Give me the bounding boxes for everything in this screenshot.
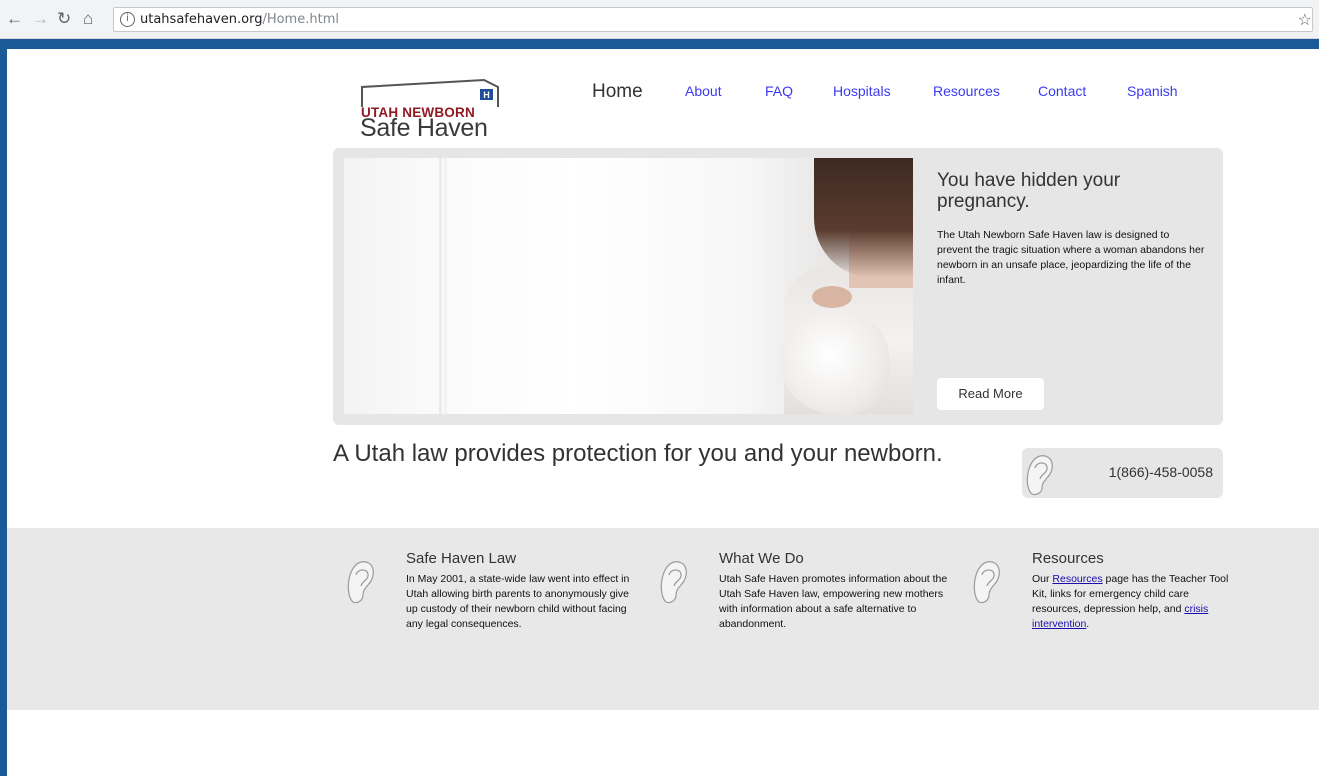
column-title: Resources	[1032, 550, 1104, 567]
body-prefix: Our	[1032, 573, 1053, 585]
site-top-bar	[0, 39, 1319, 49]
resources-link[interactable]: Resources	[1052, 573, 1102, 585]
hero-body: The Utah Newborn Safe Haven law is desig…	[937, 229, 1205, 286]
column-what-we-do: What We Do Utah Safe Haven promotes info…	[719, 550, 949, 632]
main-nav: Home About FAQ Hospitals Resources Conta…	[0, 81, 1319, 107]
column-body: Utah Safe Haven promotes information abo…	[719, 573, 948, 630]
column-safe-haven-law: Safe Haven Law In May 2001, a state-wide…	[406, 550, 636, 632]
url-text[interactable]: utahsafehaven.org/Home.html	[140, 12, 339, 27]
hero-text: You have hidden your pregnancy. The Utah…	[937, 170, 1207, 288]
hero-panel: You have hidden your pregnancy. The Utah…	[333, 148, 1223, 425]
phone-box[interactable]: 1(866)-458-0058	[1022, 448, 1223, 498]
url-host: utahsafehaven.org	[140, 12, 263, 27]
tagline: A Utah law provides protection for you a…	[333, 440, 943, 467]
curtain-line	[444, 158, 447, 414]
ear-icon	[660, 561, 687, 604]
column-title: What We Do	[719, 550, 804, 567]
curtain-line	[439, 158, 442, 414]
column-body: In May 2001, a state-wide law went into …	[406, 573, 630, 630]
read-more-button[interactable]: Read More	[937, 378, 1044, 410]
browser-toolbar: ← → ↻ ⌂ i utahsafehaven.org/Home.html ☆	[0, 0, 1319, 39]
column-resources: Resources Our Resources page has the Tea…	[1032, 550, 1232, 632]
hair-shape	[814, 158, 913, 278]
info-icon[interactable]: i	[120, 12, 135, 27]
ear-icon	[973, 561, 1000, 604]
forward-arrow-icon[interactable]: →	[32, 9, 49, 29]
nav-spanish[interactable]: Spanish	[1127, 83, 1178, 99]
home-icon[interactable]: ⌂	[83, 9, 93, 29]
nav-home[interactable]: Home	[592, 81, 643, 103]
url-path: /Home.html	[262, 12, 339, 27]
window-left-edge	[0, 49, 7, 776]
phone-number[interactable]: 1(866)-458-0058	[1109, 464, 1213, 480]
hand-shape	[812, 286, 852, 308]
nav-about[interactable]: About	[685, 83, 722, 99]
ear-icon	[347, 561, 374, 604]
column-title: Safe Haven Law	[406, 550, 517, 567]
logo-line2: Safe Haven	[360, 114, 488, 142]
reload-icon[interactable]: ↻	[57, 9, 71, 29]
star-icon[interactable]: ☆	[1298, 10, 1312, 30]
body-suffix: .	[1086, 618, 1090, 630]
nav-contact[interactable]: Contact	[1038, 83, 1086, 99]
nav-hospitals[interactable]: Hospitals	[833, 83, 891, 99]
back-arrow-icon[interactable]: ←	[6, 9, 23, 29]
ear-icon	[1026, 455, 1053, 496]
hero-title: You have hidden your pregnancy.	[937, 170, 1121, 212]
belly-shape	[780, 308, 890, 414]
address-bar[interactable]: i utahsafehaven.org/Home.html ☆	[113, 7, 1313, 32]
nav-resources[interactable]: Resources	[933, 83, 1000, 99]
nav-faq[interactable]: FAQ	[765, 83, 793, 99]
hero-image	[344, 158, 913, 414]
column-body: Our Resources page has the Teacher Tool …	[1032, 572, 1232, 632]
